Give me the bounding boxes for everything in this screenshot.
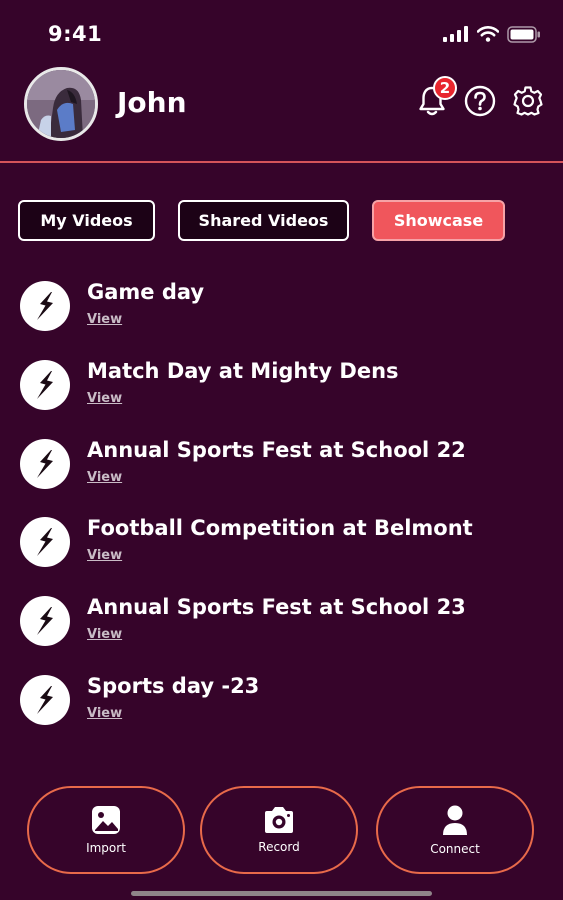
header-divider [0,161,563,163]
video-title: Game day [87,280,205,304]
lightning-icon [20,360,70,410]
video-title: Match Day at Mighty Dens [87,359,399,383]
list-item[interactable]: Game day View [20,272,540,342]
bottom-action-bar: Import Record Connect [0,786,563,876]
video-title: Annual Sports Fest at School 22 [87,438,466,462]
profile-header: John 2 [0,62,563,162]
view-link[interactable]: View [87,391,122,406]
tab-shared-videos[interactable]: Shared Videos [178,200,349,241]
view-link[interactable]: View [87,706,122,721]
user-name: John [117,86,187,119]
status-icons [443,24,541,44]
video-tabs: My Videos Shared Videos Showcase [18,200,548,242]
status-bar: 9:41 [0,0,563,62]
import-label: Import [86,841,126,855]
wifi-icon [477,26,499,42]
view-link[interactable]: View [87,548,122,563]
lightning-icon [20,517,70,567]
help-button[interactable] [463,84,497,118]
home-indicator[interactable] [131,891,432,896]
camera-icon [265,807,293,833]
record-button[interactable]: Record [200,786,358,874]
video-title: Sports day -23 [87,674,260,698]
settings-button[interactable] [511,84,545,118]
notifications-button[interactable]: 2 [415,76,457,118]
lightning-icon [20,596,70,646]
notification-badge: 2 [433,76,457,100]
list-item[interactable]: Sports day -23 View [20,666,540,736]
list-item[interactable]: Match Day at Mighty Dens View [20,351,540,421]
help-icon [464,85,496,117]
video-title: Annual Sports Fest at School 23 [87,595,466,619]
lightning-icon [20,675,70,725]
view-link[interactable]: View [87,627,122,642]
signal-icon [443,26,468,42]
connect-button[interactable]: Connect [376,786,534,874]
image-icon [92,806,120,834]
gear-icon [513,86,543,116]
lightning-icon [20,439,70,489]
record-label: Record [258,840,300,854]
tab-showcase[interactable]: Showcase [372,200,505,241]
view-link[interactable]: View [87,470,122,485]
tab-my-videos[interactable]: My Videos [18,200,155,241]
status-time: 9:41 [48,22,103,46]
list-item[interactable]: Football Competition at Belmont View [20,508,540,578]
list-item[interactable]: Annual Sports Fest at School 23 View [20,587,540,657]
connect-label: Connect [430,842,480,856]
avatar-image [27,70,95,138]
list-item[interactable]: Annual Sports Fest at School 22 View [20,430,540,500]
lightning-icon [20,281,70,331]
import-button[interactable]: Import [27,786,185,874]
person-icon [443,805,467,835]
view-link[interactable]: View [87,312,122,327]
video-title: Football Competition at Belmont [87,516,473,540]
battery-icon [507,25,540,43]
avatar[interactable] [24,67,98,141]
header-actions: 2 [415,76,545,118]
